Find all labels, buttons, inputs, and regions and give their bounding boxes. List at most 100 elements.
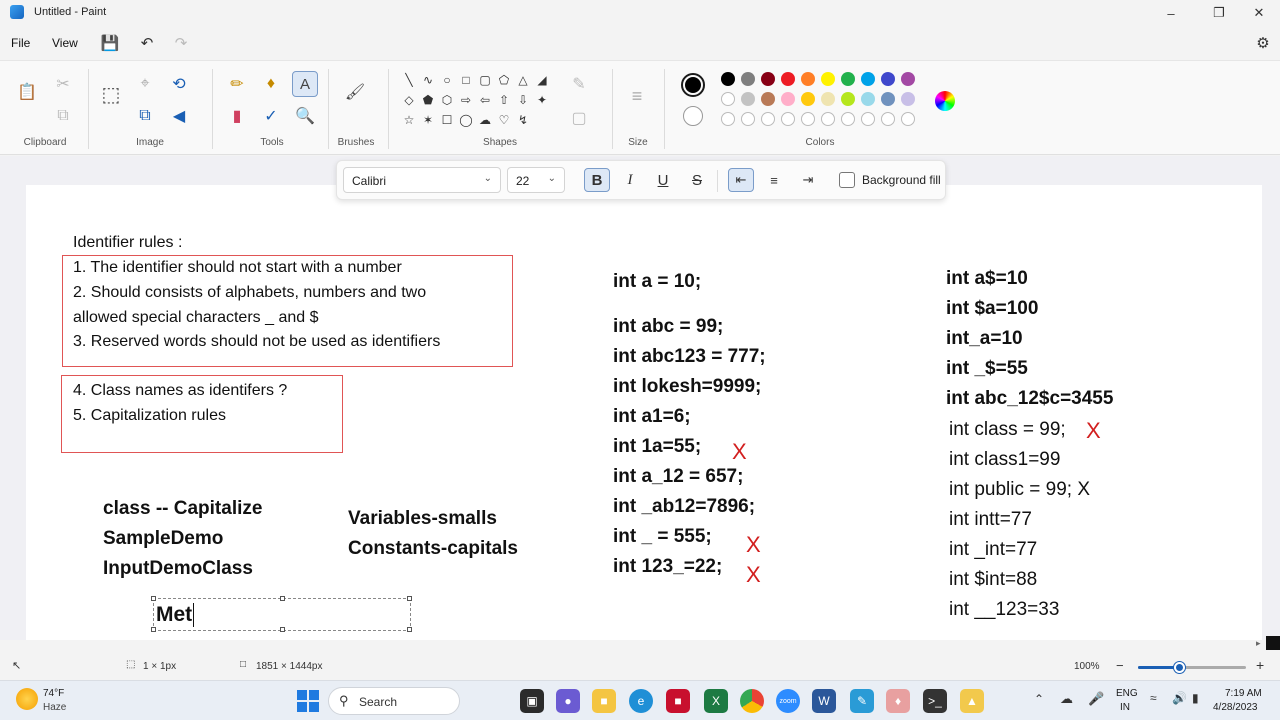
bold-button[interactable]: B xyxy=(584,168,610,192)
crop-icon[interactable]: ⌖ xyxy=(134,73,156,95)
start-icon[interactable] xyxy=(297,690,319,712)
flip-icon[interactable]: ◀ xyxy=(168,105,190,127)
strikethrough-button[interactable]: S xyxy=(684,168,710,192)
color-swatch[interactable] xyxy=(741,92,755,106)
callout-oval-shape-icon[interactable]: ◯ xyxy=(457,111,475,129)
diamond-shape-icon[interactable]: ◇ xyxy=(400,91,418,109)
excel-icon[interactable]: X xyxy=(704,689,728,713)
teams-icon[interactable]: ● xyxy=(556,689,580,713)
color-swatch[interactable] xyxy=(901,92,915,106)
clock-date[interactable]: 4/28/2023 xyxy=(1213,702,1258,713)
file-explorer-icon[interactable]: ■ xyxy=(592,689,616,713)
app-icon[interactable]: ■ xyxy=(666,689,690,713)
six-point-star-shape-icon[interactable]: ✶ xyxy=(419,111,437,129)
edge-icon[interactable]: e xyxy=(629,689,653,713)
weather-icon[interactable] xyxy=(16,688,38,710)
volume-icon[interactable]: 🔊 xyxy=(1172,691,1187,705)
color-swatch[interactable] xyxy=(721,72,735,86)
minimize-button[interactable]: – xyxy=(1148,0,1194,26)
custom-color-slot[interactable] xyxy=(841,112,855,126)
align-left-icon[interactable]: ⇤ xyxy=(728,168,754,192)
magnifier-icon[interactable]: 🔍 xyxy=(294,105,316,127)
paste-icon[interactable]: 📋 xyxy=(16,81,38,103)
color-swatch[interactable] xyxy=(801,72,815,86)
color-swatch[interactable] xyxy=(861,72,875,86)
line-shape-icon[interactable]: ╲ xyxy=(400,71,418,89)
rectangle-shape-icon[interactable]: □ xyxy=(457,71,475,89)
cloud-icon[interactable]: ☁ xyxy=(1060,691,1073,707)
redo-icon[interactable]: ↷ xyxy=(172,34,190,52)
battery-icon[interactable]: ▮ xyxy=(1192,691,1199,705)
copy-icon[interactable]: ⧉ xyxy=(52,105,74,127)
pencil-icon[interactable]: ✏ xyxy=(226,73,248,95)
custom-color-slot[interactable] xyxy=(881,112,895,126)
color-swatch[interactable] xyxy=(861,92,875,106)
save-icon[interactable]: 💾 xyxy=(101,34,120,52)
task-view-icon[interactable]: ▣ xyxy=(520,689,544,713)
clock-time[interactable]: 7:19 AM xyxy=(1225,688,1262,699)
resize-handle[interactable] xyxy=(407,596,412,601)
eraser-icon[interactable]: ▮ xyxy=(226,105,248,127)
scrollbar-corner[interactable] xyxy=(1266,636,1280,650)
custom-color-slot[interactable] xyxy=(781,112,795,126)
color-swatch[interactable] xyxy=(901,72,915,86)
custom-color-slot[interactable] xyxy=(801,112,815,126)
zoom-slider[interactable] xyxy=(1138,662,1246,673)
microphone-icon[interactable]: 🎤 xyxy=(1088,691,1104,707)
polygon-shape-icon[interactable]: ⬠ xyxy=(495,71,513,89)
primary-color-selector[interactable] xyxy=(681,73,705,97)
color-swatch[interactable] xyxy=(761,92,775,106)
menu-view[interactable]: View xyxy=(52,36,78,50)
terminal-icon[interactable]: >_ xyxy=(923,689,947,713)
custom-color-slot[interactable] xyxy=(901,112,915,126)
color-swatch[interactable] xyxy=(841,92,855,106)
menu-file[interactable]: File xyxy=(11,36,30,50)
zoom-in-icon[interactable]: + xyxy=(1256,657,1264,673)
custom-color-slot[interactable] xyxy=(861,112,875,126)
right-triangle-shape-icon[interactable]: ◢ xyxy=(533,71,551,89)
paint-taskbar-icon[interactable]: ✎ xyxy=(850,689,874,713)
text-tool-icon[interactable]: A xyxy=(292,71,318,97)
align-center-icon[interactable]: ≡ xyxy=(761,168,787,192)
settings-icon[interactable]: ⚙ xyxy=(1254,34,1272,52)
horizontal-scrollbar[interactable]: ▸ xyxy=(0,638,1264,650)
resize-handle[interactable] xyxy=(151,627,156,632)
callout-cloud-shape-icon[interactable]: ☁ xyxy=(476,111,494,129)
brush-icon[interactable]: 🖌 xyxy=(344,81,366,103)
color-swatch[interactable] xyxy=(821,92,835,106)
close-button[interactable]: ✕ xyxy=(1236,0,1280,26)
arrow-left-shape-icon[interactable]: ⇦ xyxy=(476,91,494,109)
resize-icon[interactable]: ⧉ xyxy=(134,105,156,127)
color-swatch[interactable] xyxy=(841,72,855,86)
custom-color-slot[interactable] xyxy=(821,112,835,126)
arrow-down-shape-icon[interactable]: ⇩ xyxy=(514,91,532,109)
pentagon-shape-icon[interactable]: ⬟ xyxy=(419,91,437,109)
arrow-right-shape-icon[interactable]: ⇨ xyxy=(457,91,475,109)
app-icon[interactable]: ▲ xyxy=(960,689,984,713)
fill-icon[interactable]: ♦ xyxy=(260,73,282,95)
italic-button[interactable]: I xyxy=(617,168,643,192)
callout-rect-shape-icon[interactable]: ☐ xyxy=(438,111,456,129)
color-swatch[interactable] xyxy=(881,92,895,106)
word-icon[interactable]: W xyxy=(812,689,836,713)
size-icon[interactable]: ≡ xyxy=(626,85,648,107)
language-line2[interactable]: IN xyxy=(1120,702,1130,713)
font-size-select[interactable]: 22 ⌄ xyxy=(507,167,565,193)
heart-shape-icon[interactable]: ♡ xyxy=(495,111,513,129)
color-swatch[interactable] xyxy=(781,92,795,106)
custom-color-slot[interactable] xyxy=(761,112,775,126)
outline-icon[interactable]: ✎ xyxy=(568,73,590,95)
four-point-star-shape-icon[interactable]: ✦ xyxy=(533,91,551,109)
drawing-canvas[interactable]: Identifier rules : 1. The identifier sho… xyxy=(26,185,1262,640)
wifi-icon[interactable]: ≈ xyxy=(1150,691,1157,705)
shape-fill-icon[interactable]: ▢ xyxy=(568,107,590,129)
arrow-up-shape-icon[interactable]: ⇧ xyxy=(495,91,513,109)
color-swatch[interactable] xyxy=(781,72,795,86)
color-swatch[interactable] xyxy=(741,72,755,86)
zoom-slider-thumb[interactable] xyxy=(1174,662,1185,673)
secondary-color-selector[interactable] xyxy=(683,106,703,126)
underline-button[interactable]: U xyxy=(650,168,676,192)
undo-icon[interactable]: ↶ xyxy=(138,34,156,52)
color-swatch[interactable] xyxy=(721,92,735,106)
zoom-out-icon[interactable]: − xyxy=(1116,658,1124,673)
